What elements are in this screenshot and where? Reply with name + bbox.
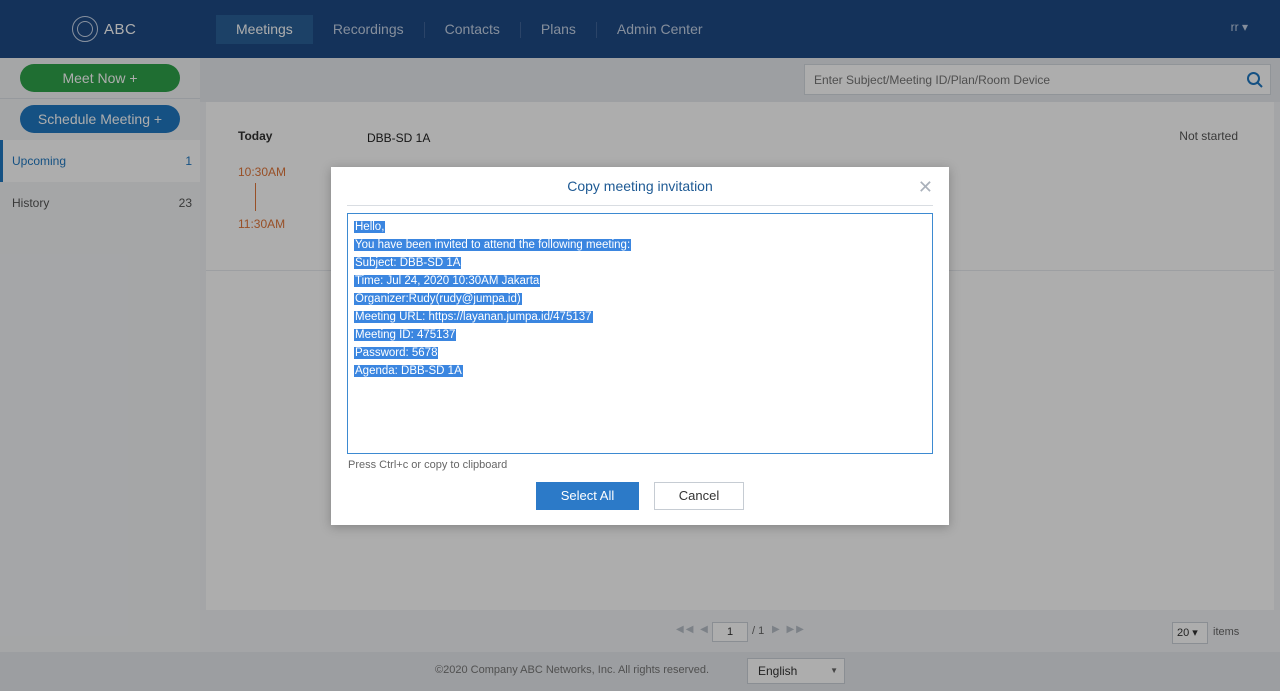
invitation-line: You have been invited to attend the foll… <box>354 239 632 251</box>
invitation-textarea[interactable]: Hello, You have been invited to attend t… <box>347 213 933 454</box>
invitation-line: Hello, <box>354 221 386 233</box>
copy-hint: Press Ctrl+c or copy to clipboard <box>348 459 508 471</box>
close-icon[interactable]: ✕ <box>918 177 933 198</box>
invitation-line: Time: Jul 24, 2020 10:30AM Jakarta <box>354 275 541 287</box>
invitation-line: Agenda: DBB-SD 1A <box>354 365 463 377</box>
select-all-button[interactable]: Select All <box>536 482 639 510</box>
invitation-line: Meeting URL: https://layanan.jumpa.id/47… <box>354 311 593 323</box>
cancel-button[interactable]: Cancel <box>654 482 744 510</box>
dialog-title: Copy meeting invitation <box>567 178 713 194</box>
invitation-line: Subject: DBB-SD 1A <box>354 257 462 269</box>
invitation-line: Password: 5678 <box>354 347 439 359</box>
invitation-line: Meeting ID: 475137 <box>354 329 457 341</box>
dialog-divider <box>347 205 933 206</box>
invitation-line: Organizer:Rudy(rudy@jumpa.id) <box>354 293 522 305</box>
copy-invitation-dialog: Copy meeting invitation ✕ Hello, You hav… <box>331 167 949 525</box>
